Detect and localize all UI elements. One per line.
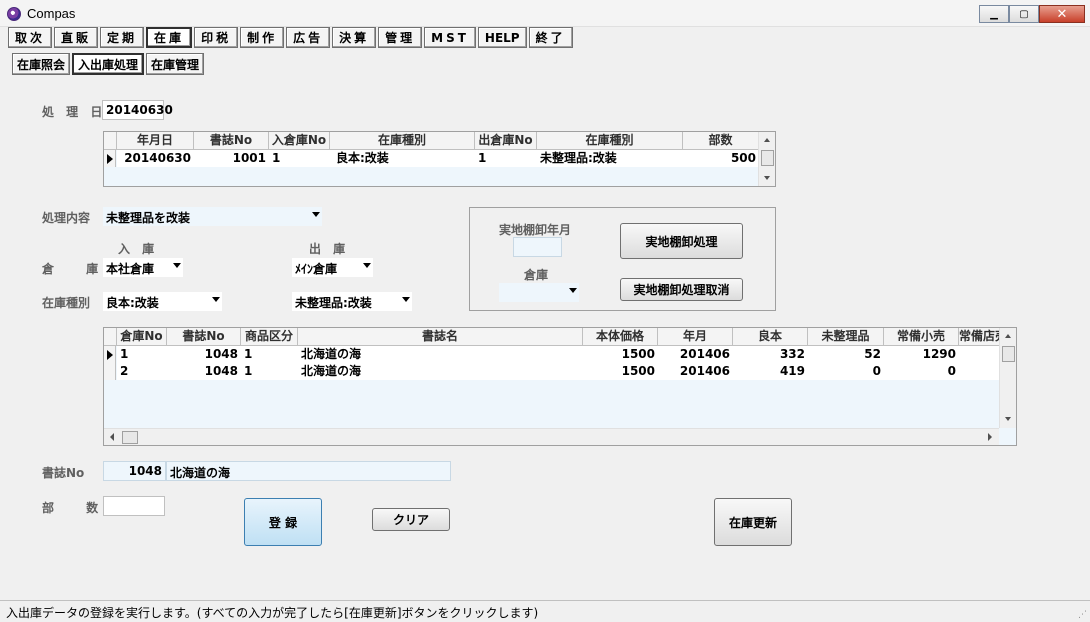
book-no-field[interactable]: 1048 bbox=[103, 461, 166, 481]
scroll-left-icon[interactable] bbox=[110, 433, 114, 441]
col-book-no: 書誌No bbox=[167, 328, 241, 346]
minimize-icon: ▁ bbox=[990, 8, 998, 20]
app-logo-icon bbox=[7, 7, 21, 21]
title-bar: Compas ▁ ▢ ✕ bbox=[0, 0, 1090, 27]
col-out-warehouse-no: 出倉庫No bbox=[475, 132, 537, 150]
menu-seisaku[interactable]: 制作 bbox=[240, 27, 285, 48]
chevron-down-icon bbox=[312, 212, 320, 217]
in-stock-type-select[interactable]: 良本:改装 bbox=[103, 292, 222, 311]
menu-exit[interactable]: 終了 bbox=[528, 27, 573, 48]
scroll-thumb[interactable] bbox=[761, 150, 774, 166]
menu-inzei[interactable]: 印税 bbox=[194, 27, 239, 48]
register-button[interactable]: 登 録 bbox=[244, 498, 322, 546]
close-button[interactable]: ✕ bbox=[1039, 5, 1085, 23]
process-content-label: 処理内容 bbox=[42, 211, 91, 225]
book-name-field: 北海道の海 bbox=[166, 461, 451, 481]
col-standing-store: 常備店売 bbox=[959, 328, 1001, 346]
menu-koukoku[interactable]: 広告 bbox=[286, 27, 331, 48]
col-product-class: 商品区分 bbox=[241, 328, 298, 346]
col-price: 本体価格 bbox=[583, 328, 658, 346]
chevron-down-icon bbox=[363, 263, 371, 268]
menu-help[interactable]: HELP bbox=[477, 27, 527, 48]
minimize-button[interactable]: ▁ bbox=[979, 5, 1009, 23]
tab-stock-in-out[interactable]: 入出庫処理 bbox=[72, 53, 145, 75]
inventory-ym-label: 実地棚卸年月 bbox=[499, 223, 572, 237]
stock-type-label: 在庫種別 bbox=[42, 296, 91, 310]
book-no-label: 書誌No bbox=[42, 466, 85, 480]
update-stock-button[interactable]: 在庫更新 bbox=[714, 498, 792, 546]
qty-label: 部 数 bbox=[42, 501, 113, 515]
menu-teiki[interactable]: 定期 bbox=[100, 27, 145, 48]
in-warehouse-select[interactable]: 本社倉庫 bbox=[103, 258, 183, 277]
col-standing-retail: 常備小売 bbox=[884, 328, 959, 346]
chevron-down-icon bbox=[212, 297, 220, 302]
hscroll-thumb[interactable] bbox=[122, 431, 138, 444]
process-date-label: 処 理 日 bbox=[42, 105, 107, 119]
inventory-ym-field[interactable] bbox=[513, 237, 562, 257]
stock-grid-vscrollbar[interactable] bbox=[999, 328, 1016, 428]
window-title: Compas bbox=[27, 6, 76, 21]
stock-grid-hscrollbar[interactable] bbox=[104, 428, 999, 445]
out-header: 出 庫 bbox=[309, 242, 350, 256]
main-menu: 取次 直販 定期 在庫 印税 制作 広告 決算 管理 MST HELP 終了 bbox=[8, 27, 573, 48]
chevron-down-icon bbox=[402, 297, 410, 302]
row-selector[interactable] bbox=[104, 363, 116, 380]
tab-stock-management[interactable]: 在庫管理 bbox=[146, 53, 205, 75]
process-date-field[interactable]: 20140630 bbox=[102, 100, 173, 120]
col-year-month: 年月 bbox=[658, 328, 733, 346]
chevron-down-icon bbox=[173, 263, 181, 268]
qty-field[interactable] bbox=[103, 496, 165, 516]
status-text: 入出庫データの登録を実行します。(すべての入力が完了したら[在庫更新]ボタンをク… bbox=[6, 606, 539, 620]
col-date: 年月日 bbox=[117, 132, 194, 150]
scroll-down-icon[interactable] bbox=[764, 176, 770, 180]
scroll-up-icon[interactable] bbox=[1005, 334, 1011, 338]
row-selector-icon[interactable] bbox=[104, 346, 116, 363]
menu-mst[interactable]: MST bbox=[424, 27, 476, 48]
process-content-select[interactable]: 未整理品を改装 bbox=[103, 207, 322, 226]
inventory-process-button[interactable]: 実地棚卸処理 bbox=[620, 223, 743, 259]
col-in-stock-type: 在庫種別 bbox=[330, 132, 475, 150]
scroll-right-icon[interactable] bbox=[988, 433, 992, 441]
menu-zaiko[interactable]: 在庫 bbox=[146, 27, 193, 48]
warehouse-label: 倉 庫 bbox=[42, 262, 113, 276]
resize-grip-icon[interactable]: ⋰ bbox=[1078, 610, 1087, 620]
out-stock-type-select[interactable]: 未整理品:改装 bbox=[292, 292, 412, 311]
in-header: 入 庫 bbox=[118, 242, 159, 256]
out-warehouse-select[interactable]: ﾒｲﾝ倉庫 bbox=[292, 258, 373, 277]
col-in-warehouse-no: 入倉庫No bbox=[269, 132, 330, 150]
stock-grid: 倉庫No 書誌No 商品区分 書誌名 本体価格 年月 良本 未整理品 常備小売 … bbox=[103, 327, 1017, 446]
scroll-down-icon[interactable] bbox=[1005, 417, 1011, 421]
col-unsorted: 未整理品 bbox=[808, 328, 884, 346]
col-warehouse-no: 倉庫No bbox=[117, 328, 167, 346]
menu-chokuhan[interactable]: 直販 bbox=[54, 27, 99, 48]
col-out-stock-type: 在庫種別 bbox=[537, 132, 683, 150]
row-selector-icon[interactable] bbox=[104, 150, 116, 167]
maximize-button[interactable]: ▢ bbox=[1009, 5, 1039, 23]
col-qty: 部数 bbox=[683, 132, 759, 150]
scroll-up-icon[interactable] bbox=[764, 138, 770, 142]
status-bar: 入出庫データの登録を実行します。(すべての入力が完了したら[在庫更新]ボタンをク… bbox=[0, 600, 1090, 622]
menu-torihiki[interactable]: 取次 bbox=[8, 27, 53, 48]
close-icon: ✕ bbox=[1056, 6, 1068, 22]
top-grid-scrollbar[interactable] bbox=[758, 132, 775, 186]
inventory-cancel-button[interactable]: 実地棚卸処理取消 bbox=[620, 278, 743, 301]
chevron-down-icon bbox=[569, 288, 577, 293]
inventory-warehouse-select[interactable] bbox=[499, 283, 579, 302]
inventory-warehouse-label: 倉庫 bbox=[524, 268, 549, 282]
maximize-icon: ▢ bbox=[1019, 8, 1029, 20]
transaction-grid: 年月日 書誌No 入倉庫No 在庫種別 出倉庫No 在庫種別 部数 201406… bbox=[103, 131, 776, 187]
col-good-stock: 良本 bbox=[733, 328, 808, 346]
col-book-no: 書誌No bbox=[194, 132, 269, 150]
sub-menu: 在庫照会 入出庫処理 在庫管理 bbox=[12, 53, 205, 75]
window-controls: ▁ ▢ ✕ bbox=[979, 5, 1085, 23]
menu-kanri[interactable]: 管理 bbox=[378, 27, 423, 48]
clear-button[interactable]: クリア bbox=[372, 508, 450, 531]
scroll-thumb[interactable] bbox=[1002, 346, 1015, 362]
menu-kessan[interactable]: 決算 bbox=[332, 27, 377, 48]
tab-stock-inquiry[interactable]: 在庫照会 bbox=[12, 53, 71, 75]
col-book-name: 書誌名 bbox=[298, 328, 583, 346]
